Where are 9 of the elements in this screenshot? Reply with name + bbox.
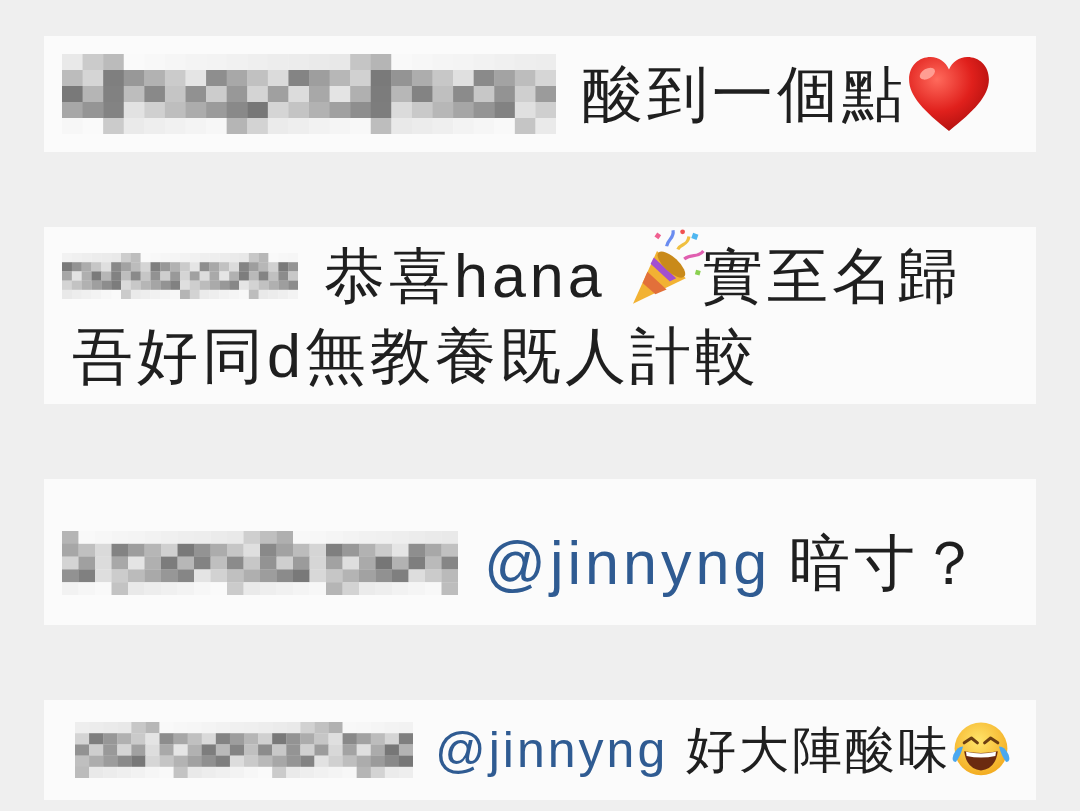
comment-text: 恭喜hana: [324, 240, 606, 312]
mention-link[interactable]: @jinnyng: [484, 523, 772, 603]
comment-text: 吾好同d無教養既人計較: [72, 320, 760, 392]
heart-icon: [909, 57, 989, 131]
comment-text: 實至名歸: [701, 240, 962, 312]
comment-text: 好大陣酸味: [686, 721, 952, 780]
comment-text: 暗寸？: [789, 528, 985, 599]
mention-link[interactable]: @jinnyng: [435, 718, 669, 782]
comment-text: 酸到一個點: [582, 59, 907, 130]
